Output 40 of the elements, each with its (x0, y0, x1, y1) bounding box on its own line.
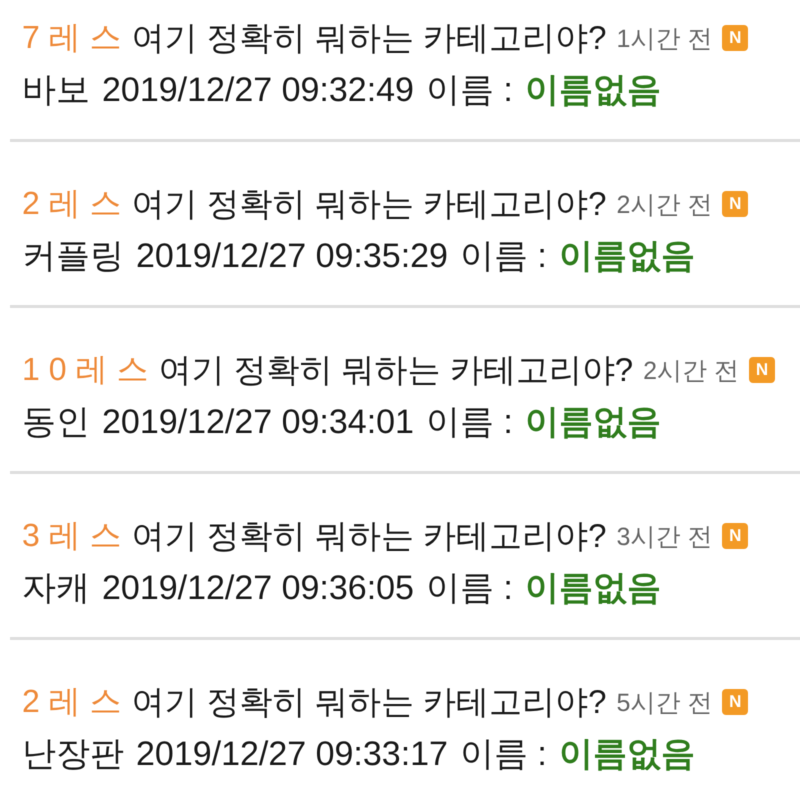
time-ago: 1시간 전 (616, 24, 712, 54)
author-name: 이름없음 (524, 568, 661, 609)
post-date: 2019/12/27 09:34:01 (102, 402, 414, 442)
time-ago: 3시간 전 (616, 522, 712, 552)
author-label: 이름 : (426, 70, 513, 111)
board-name: 바보 (22, 70, 90, 111)
reply-count: 7 레 스 (22, 18, 122, 57)
post-title[interactable]: 여기 정확히 뭐하는 카테고리야? (132, 680, 606, 724)
author-label: 이름 : (426, 402, 513, 443)
author-label: 이름 : (460, 236, 547, 277)
post-title[interactable]: 여기 정확히 뭐하는 카테고리야? (158, 348, 634, 392)
board-name: 난장판 (22, 734, 124, 775)
new-badge: N (748, 357, 775, 383)
post-title[interactable]: 여기 정확히 뭐하는 카테고리야? (132, 16, 606, 60)
board-name: 자캐 (22, 568, 90, 609)
reply-count: 2 레 스 (22, 184, 122, 223)
reply-count: 1 0 레 스 (22, 350, 148, 389)
author-name: 이름없음 (524, 402, 661, 443)
author-name: 이름없음 (524, 70, 661, 111)
time-ago: 5시간 전 (616, 688, 712, 718)
post-date: 2019/12/27 09:33:17 (136, 734, 448, 774)
new-badge: N (722, 191, 748, 217)
author-name: 이름없음 (558, 236, 695, 277)
reply-count: 2 레 스 (22, 682, 122, 721)
time-ago: 2시간 전 (643, 356, 739, 386)
author-name: 이름없음 (558, 734, 695, 775)
new-badge: N (722, 523, 748, 549)
post-title[interactable]: 여기 정확히 뭐하는 카테고리야? (132, 182, 606, 226)
post-date: 2019/12/27 09:36:05 (102, 568, 414, 608)
post-date: 2019/12/27 09:35:29 (136, 236, 448, 276)
post-title[interactable]: 여기 정확히 뭐하는 카테고리야? (132, 514, 606, 558)
post-date: 2019/12/27 09:32:49 (102, 70, 414, 110)
new-badge: N (722, 25, 748, 51)
time-ago: 2시간 전 (616, 190, 712, 220)
board-name: 동인 (22, 402, 90, 443)
author-label: 이름 : (426, 568, 513, 609)
author-label: 이름 : (460, 734, 547, 775)
new-badge: N (722, 689, 748, 715)
reply-count: 3 레 스 (22, 516, 122, 555)
board-name: 커플링 (22, 236, 124, 277)
